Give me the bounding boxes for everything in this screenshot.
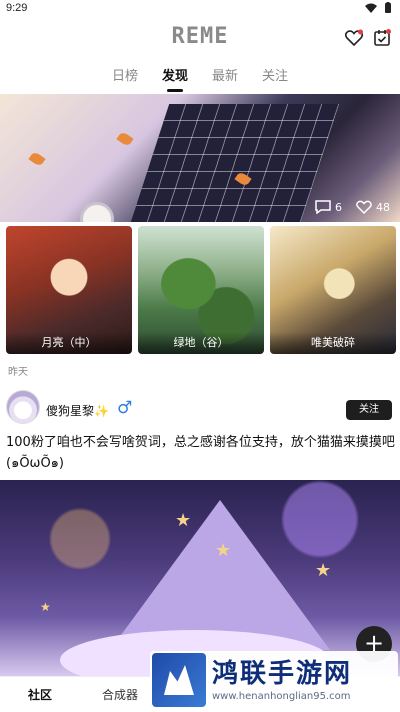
banner-pocket-watch — [80, 202, 114, 222]
thumbnail-caption: 月亮（中） — [6, 332, 132, 354]
top-tabs: 日榜 发现 最新 关注 — [0, 64, 400, 92]
banner-stats: 6 48 — [315, 200, 390, 214]
app-logo: REME — [171, 24, 229, 49]
like-count: 48 — [376, 200, 390, 214]
star-decoration: ★ — [175, 510, 192, 531]
status-bar: 9:29 — [0, 0, 400, 18]
status-time: 9:29 — [6, 2, 28, 14]
witch-hat-artwork — [110, 500, 330, 650]
nav-synthesizer[interactable]: 合成器 — [80, 677, 160, 712]
featured-banner[interactable]: 6 48 — [0, 94, 400, 222]
watermark-url: www.henanhonglian95.com — [212, 690, 351, 702]
post-image[interactable]: ★ ★ ★ ★ — [0, 480, 400, 676]
comment-count: 6 — [335, 200, 342, 214]
battery-icon — [385, 2, 391, 13]
site-watermark: 鸿联手游网 www.henanhonglian95.com — [150, 651, 398, 709]
post-text: 100粉了咱也不会写啥贺词，总之感谢各位支持，放个猫猫来摸摸吧(๑ÕωÕ๑) — [6, 435, 395, 471]
gender-male-icon: ♂ — [117, 398, 133, 418]
watermark-logo-icon — [152, 653, 206, 707]
like-stat[interactable]: 48 — [356, 200, 390, 214]
follow-button[interactable]: 关注 — [346, 400, 392, 420]
banner-artwork — [130, 104, 340, 222]
like-heart-icon — [356, 200, 372, 214]
tab-following[interactable]: 关注 — [262, 64, 288, 92]
watermark-title: 鸿联手游网 — [212, 658, 353, 689]
collection-thumbnails: 月亮（中） 绿地（谷） 唯美破碎 — [6, 226, 396, 354]
post-header: 傻狗星黎✨ ♂ 关注 — [0, 386, 400, 432]
nav-community[interactable]: 社区 — [0, 677, 80, 712]
heart-icon[interactable] — [344, 28, 364, 48]
star-decoration: ★ — [315, 560, 332, 581]
calendar-check-icon[interactable] — [372, 28, 392, 48]
thumbnail-card[interactable]: 唯美破碎 — [270, 226, 396, 354]
banner-leaf — [116, 130, 134, 148]
tab-daily[interactable]: 日榜 — [112, 64, 138, 92]
thumbnail-card[interactable]: 绿地（谷） — [138, 226, 264, 354]
comment-stat[interactable]: 6 — [315, 200, 342, 214]
thumbnail-card[interactable]: 月亮（中） — [6, 226, 132, 354]
tab-discover[interactable]: 发现 — [162, 64, 188, 92]
comment-icon — [315, 200, 331, 214]
tab-latest[interactable]: 最新 — [212, 64, 238, 92]
date-section-label: 昨天 — [8, 367, 28, 378]
thumbnail-caption: 绿地（谷） — [138, 332, 264, 354]
wifi-icon — [365, 3, 377, 13]
thumbnail-caption: 唯美破碎 — [270, 332, 396, 354]
app-header: REME — [0, 18, 400, 60]
post-username[interactable]: 傻狗星黎✨ — [46, 402, 109, 419]
status-icons — [364, 2, 392, 14]
star-decoration: ★ — [40, 600, 51, 614]
avatar[interactable] — [6, 390, 40, 424]
banner-leaf — [28, 150, 46, 168]
star-decoration: ★ — [215, 540, 232, 561]
